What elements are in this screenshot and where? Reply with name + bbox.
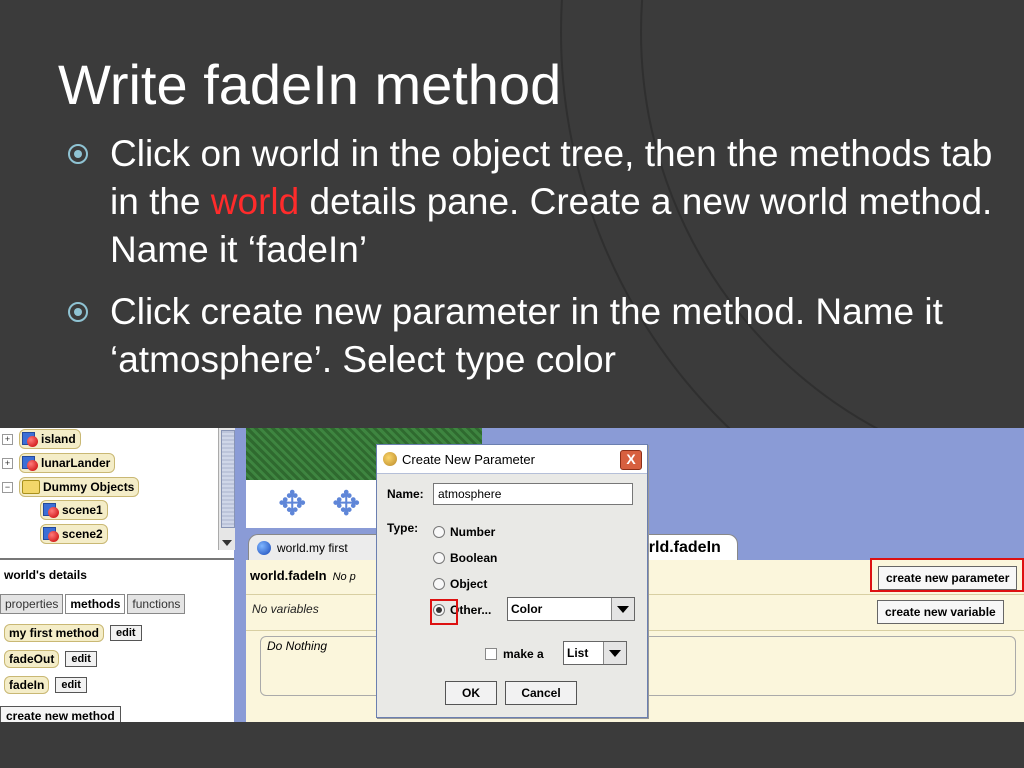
highlight-box [870,558,1024,592]
edit-button[interactable]: edit [65,651,97,667]
create-new-method-button[interactable]: create new method [0,706,121,722]
object-chip[interactable]: scene2 [40,524,108,544]
dialog-title: Create New Parameter [402,451,535,467]
select-value: List [567,646,589,660]
method-chip[interactable]: fadeIn [4,676,50,694]
ok-button[interactable]: OK [445,681,497,705]
cancel-button[interactable]: Cancel [505,681,577,705]
collapse-icon[interactable]: − [2,481,13,493]
bullet-text: Click create new parameter in the method… [110,291,943,380]
edit-button[interactable]: edit [55,677,87,693]
radio-icon[interactable] [433,552,445,564]
bullet-icon [68,144,88,164]
bullet-highlight: world [210,181,300,222]
tree-item-label: scene1 [62,503,103,517]
expand-icon[interactable]: + [2,457,13,469]
chevron-down-icon[interactable] [611,598,634,620]
tree-item-label: lunarLander [41,456,111,470]
tree-item-island[interactable]: + island [2,429,81,449]
object-icon [43,527,59,542]
radio-boolean[interactable]: Boolean [433,551,497,565]
tree-item-label: island [41,432,76,446]
method-name: world.fadeIn [250,568,327,583]
radio-icon[interactable] [433,526,445,538]
tree-item-lunarlander[interactable]: + lunarLander [2,453,116,473]
chevron-down-icon[interactable] [603,642,626,664]
create-parameter-dialog: Create New Parameter X Name: atmosphere … [376,444,648,718]
object-icon [22,432,38,447]
type-label: Type: [387,521,419,535]
highlight-box [430,599,458,625]
details-pane: world's details properties methods funct… [0,558,234,722]
make-a-checkbox[interactable]: make a [485,647,544,661]
tree-item-scene1[interactable]: scene1 [40,500,108,520]
list-type-select[interactable]: List [563,641,627,665]
panel-divider [234,428,246,722]
expand-icon[interactable]: + [2,433,13,445]
object-chip[interactable]: island [19,429,81,449]
radio-object[interactable]: Object [433,577,487,591]
slide-title: Write fadeIn method [58,53,562,116]
scrollbar-thumb[interactable] [221,430,235,528]
checkbox-icon[interactable] [485,648,497,660]
radio-icon[interactable] [433,578,445,590]
object-icon [22,456,38,471]
object-chip[interactable]: lunarLander [19,453,116,473]
close-icon[interactable]: X [620,450,642,470]
alice-icon [383,452,397,466]
radio-label: Number [450,525,496,539]
scroll-down-icon[interactable] [222,540,232,546]
bullet-icon [68,302,88,322]
other-type-select[interactable]: Color [507,597,635,621]
tree-item-scene2[interactable]: scene2 [40,524,108,544]
globe-icon [257,541,271,555]
method-row: fadeIn edit [4,676,87,694]
bullet-list: Click on world in the object tree, then … [62,130,1002,398]
tree-item-label: scene2 [62,527,103,541]
tab-properties[interactable]: properties [0,594,64,614]
method-chip[interactable]: fadeOut [4,650,60,668]
bullet-item: Click create new parameter in the method… [62,288,1002,384]
tree-scrollbar[interactable] [218,428,235,550]
radio-label: Object [450,577,488,591]
radio-number[interactable]: Number [433,525,495,539]
dialog-titlebar[interactable]: Create New Parameter [377,445,647,474]
tab-label: orld.fadeIn [639,539,721,556]
move-arrows-icon[interactable] [328,484,368,524]
object-tree: + island + lunarLander − Dummy Objects s… [0,428,235,550]
method-chip[interactable]: my first method [4,624,105,642]
tab-methods[interactable]: methods [65,594,126,614]
no-variables-label: No variables [252,602,319,616]
method-row: my first method edit [4,624,142,642]
select-value: Color [511,602,543,616]
tree-item-label: Dummy Objects [43,480,135,494]
details-title: world's details [4,568,87,582]
object-icon [43,503,59,518]
bullet-item: Click on world in the object tree, then … [62,130,1002,274]
checkbox-label: make a [503,647,544,661]
name-label: Name: [387,487,424,501]
folder-icon [22,480,40,494]
edit-button[interactable]: edit [110,625,142,641]
method-row: fadeOut edit [4,650,97,668]
params-hint: No p [332,571,356,583]
name-field[interactable]: atmosphere [433,483,633,505]
tab-my-first-method[interactable]: world.my first [248,534,388,561]
method-header: world.fadeIn No p [250,568,356,583]
tab-label: world.my first [277,541,348,555]
create-new-variable-button[interactable]: create new variable [877,600,1004,624]
move-arrows-icon[interactable] [274,484,314,524]
folder-chip[interactable]: Dummy Objects [19,477,140,497]
details-tabs: properties methods functions [0,594,187,614]
tab-functions[interactable]: functions [127,594,186,614]
radio-label: Boolean [450,551,498,565]
tree-item-dummy-objects[interactable]: − Dummy Objects [2,477,140,497]
object-chip[interactable]: scene1 [40,500,108,520]
